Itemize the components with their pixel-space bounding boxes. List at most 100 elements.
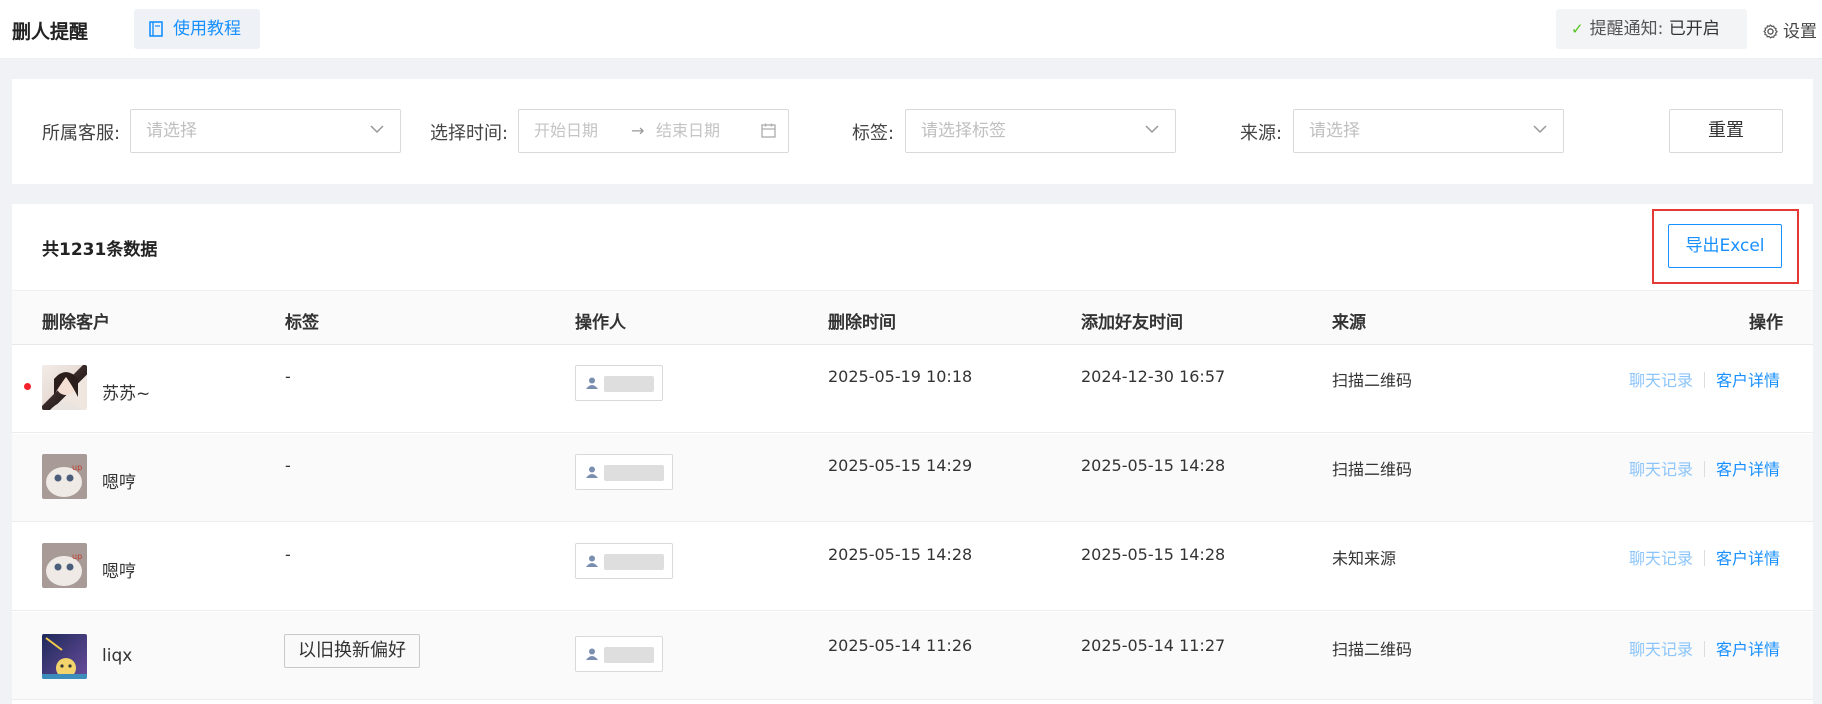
operator-chip [575, 636, 663, 672]
tutorial-button[interactable]: 使用教程 [134, 9, 260, 49]
action-divider [1704, 372, 1706, 388]
user-icon [586, 555, 598, 567]
customer-detail-link[interactable]: 客户详情 [1716, 549, 1780, 568]
source-placeholder: 请选择 [1309, 121, 1360, 141]
avatar: up [42, 543, 87, 588]
tag-select[interactable]: 请选择标签 [905, 109, 1176, 153]
operator-chip [575, 543, 673, 579]
chat-record-link[interactable]: 聊天记录 [1629, 549, 1693, 568]
svg-text:up: up [72, 463, 82, 472]
notify-label: 提醒通知: [1589, 19, 1664, 39]
avatar: up [42, 454, 87, 499]
delete-time: 2025-05-14 11:26 [828, 636, 973, 655]
page-title: 删人提醒 [12, 21, 89, 43]
col-operator: 操作人 [575, 313, 626, 333]
notify-value: 已开启 [1668, 19, 1720, 39]
arrow-right-icon: → [631, 121, 645, 140]
operator-name-redacted [604, 465, 664, 481]
customer-detail-link[interactable]: 客户详情 [1716, 460, 1780, 479]
table-row: up 嗯哼 - 2025-05-15 14:29 2025-05-15 14:2… [12, 434, 1813, 522]
filter-panel: 所属客服: 请选择 选择时间: 开始日期 → 结束日期 标签: 请选择标签 来源… [12, 79, 1813, 184]
customer-detail-link[interactable]: 客户详情 [1716, 640, 1780, 659]
action-divider [1704, 461, 1706, 477]
notify-status[interactable]: ✓ 提醒通知: 已开启 [1556, 9, 1747, 49]
start-date-input[interactable]: 开始日期 [534, 121, 598, 140]
chat-record-link[interactable]: 聊天记录 [1629, 371, 1693, 390]
export-excel-button[interactable]: 导出Excel [1668, 224, 1782, 268]
col-tag: 标签 [285, 313, 319, 333]
chevron-down-icon [370, 125, 384, 134]
add-time: 2025-05-14 11:27 [1081, 636, 1226, 655]
unread-dot [24, 383, 31, 390]
tag-value: - [285, 545, 291, 564]
row-actions: 聊天记录 客户详情 [1629, 545, 1780, 569]
user-icon [586, 648, 598, 660]
add-time: 2024-12-30 16:57 [1081, 367, 1226, 386]
source-value: 扫描二维码 [1332, 640, 1413, 659]
service-placeholder: 请选择 [146, 121, 197, 141]
chat-record-link[interactable]: 聊天记录 [1629, 640, 1693, 659]
avatar [42, 634, 87, 679]
row-actions: 聊天记录 客户详情 [1629, 456, 1780, 480]
col-actions: 操作 [1749, 313, 1783, 333]
tag-value: - [285, 456, 291, 475]
chat-record-link[interactable]: 聊天记录 [1629, 460, 1693, 479]
reset-button[interactable]: 重置 [1669, 109, 1783, 153]
table-header: 删除客户 标签 操作人 删除时间 添加好友时间 来源 操作 [12, 290, 1813, 345]
tutorial-label: 使用教程 [173, 19, 241, 39]
customer-name: 嗯哼 [102, 473, 136, 493]
chevron-down-icon [1533, 125, 1547, 134]
source-value: 扫描二维码 [1332, 371, 1413, 390]
table-row: liqx 以旧换新偏好 2025-05-14 11:26 2025-05-14 … [12, 612, 1813, 700]
col-add-time: 添加好友时间 [1081, 313, 1183, 333]
operator-name-redacted [604, 554, 664, 570]
tag-label: 标签: [852, 123, 895, 144]
avatar [42, 365, 87, 410]
col-source: 来源 [1332, 313, 1366, 333]
calendar-icon [761, 123, 776, 138]
col-deleted-customer: 删除客户 [42, 313, 110, 333]
add-time: 2025-05-15 14:28 [1081, 545, 1226, 564]
time-label: 选择时间: [430, 123, 509, 144]
operator-chip [575, 365, 663, 401]
delete-time: 2025-05-15 14:29 [828, 456, 973, 475]
top-bar: 删人提醒 使用教程 ✓ 提醒通知: 已开启 设置 [0, 0, 1822, 59]
delete-time: 2025-05-19 10:18 [828, 367, 973, 386]
source-select[interactable]: 请选择 [1293, 109, 1564, 153]
tag-value: - [285, 367, 291, 386]
action-divider [1704, 641, 1706, 657]
customer-name: 苏苏~ [102, 384, 151, 404]
row-actions: 聊天记录 客户详情 [1629, 367, 1780, 391]
date-range-picker[interactable]: 开始日期 → 结束日期 [518, 109, 789, 153]
operator-name-redacted [604, 376, 654, 392]
tag-chip: 以旧换新偏好 [284, 634, 420, 668]
user-icon [586, 377, 598, 389]
customer-detail-link[interactable]: 客户详情 [1716, 371, 1780, 390]
source-value: 未知来源 [1332, 549, 1397, 568]
data-panel: 共1231条数据 导出Excel 删除客户 标签 操作人 删除时间 添加好友时间… [12, 204, 1813, 704]
service-select[interactable]: 请选择 [130, 109, 401, 153]
operator-name-redacted [604, 647, 654, 663]
customer-name: 嗯哼 [102, 562, 136, 582]
table-row: 苏苏~ - 2025-05-19 10:18 2024-12-30 16:57 … [12, 345, 1813, 433]
delete-time: 2025-05-15 14:28 [828, 545, 973, 564]
service-label: 所属客服: [42, 123, 121, 144]
book-icon [149, 21, 163, 37]
chevron-down-icon [1145, 125, 1159, 134]
settings-label: 设置 [1783, 22, 1817, 42]
settings-button[interactable]: 设置 [1762, 17, 1817, 42]
gear-icon [1763, 24, 1778, 39]
col-delete-time: 删除时间 [828, 313, 896, 333]
total-count: 共1231条数据 [42, 240, 158, 260]
tag-placeholder: 请选择标签 [921, 121, 1006, 141]
source-label: 来源: [1240, 123, 1283, 144]
customer-name: liqx [102, 646, 133, 666]
svg-text:up: up [72, 552, 82, 561]
add-time: 2025-05-15 14:28 [1081, 456, 1226, 475]
source-value: 扫描二维码 [1332, 460, 1413, 479]
check-icon: ✓ [1571, 20, 1584, 38]
table-row: up 嗯哼 - 2025-05-15 14:28 2025-05-15 14:2… [12, 523, 1813, 611]
operator-chip [575, 454, 673, 490]
end-date-input[interactable]: 结束日期 [656, 110, 720, 152]
user-icon [586, 466, 598, 478]
